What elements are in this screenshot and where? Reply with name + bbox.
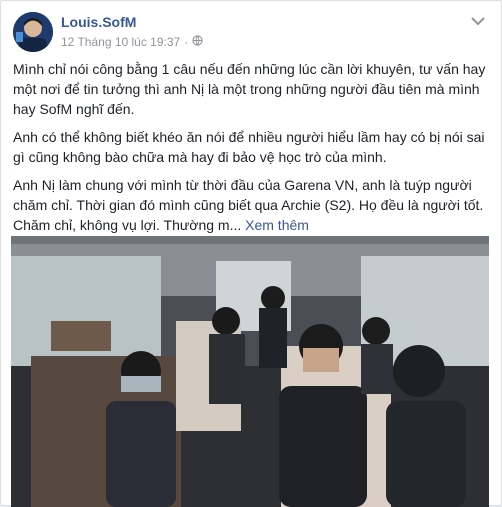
post-body: Mình chỉ nói công bằng 1 câu nếu đến nhữ…	[13, 59, 489, 243]
post-paragraph-3: Anh Nị làm chung với mình từ thời đầu củ…	[13, 175, 489, 235]
chevron-down-icon[interactable]	[469, 14, 487, 28]
post-header: Louis.SofM 12 Tháng 10 lúc 19:37 ·	[13, 12, 491, 52]
author-name[interactable]: Louis.SofM	[61, 14, 136, 30]
post-meta: 12 Tháng 10 lúc 19:37 ·	[61, 35, 203, 49]
facebook-post-card: Louis.SofM 12 Tháng 10 lúc 19:37 · Mình …	[0, 0, 502, 507]
see-more-link[interactable]: Xem thêm	[245, 217, 309, 233]
post-timestamp[interactable]: 12 Tháng 10 lúc 19:37	[61, 35, 180, 49]
globe-icon[interactable]	[192, 35, 203, 49]
meta-separator: ·	[184, 35, 189, 49]
post-paragraph-1: Mình chỉ nói công bằng 1 câu nếu đến nhữ…	[13, 61, 486, 117]
post-photo[interactable]	[11, 236, 489, 507]
post-paragraph-2: Anh có thể không biết khéo ăn nói để nhi…	[13, 129, 485, 165]
avatar[interactable]	[13, 12, 53, 52]
